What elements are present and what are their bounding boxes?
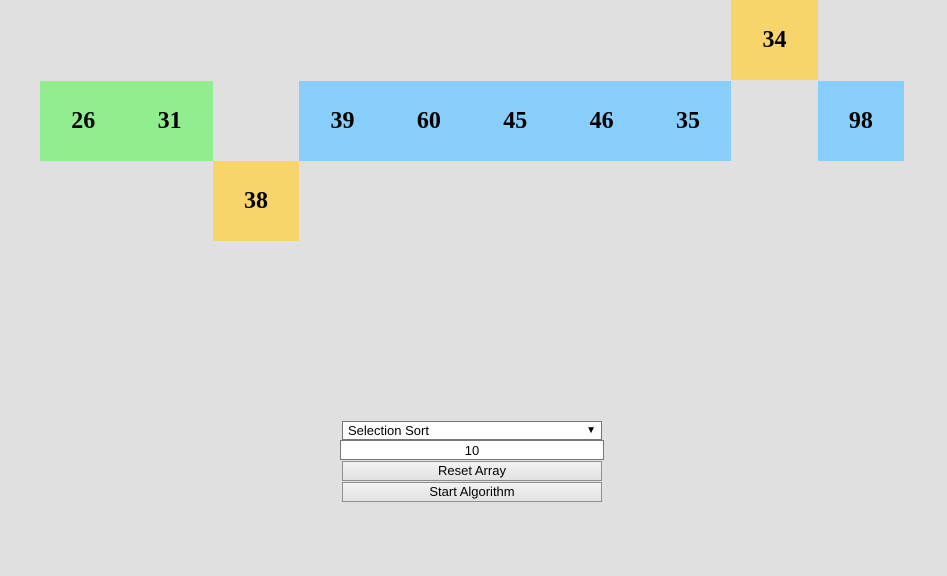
start-algorithm-button[interactable]: Start Algorithm (342, 482, 602, 502)
array-cell: 39 (299, 81, 386, 161)
reset-array-button[interactable]: Reset Array (342, 461, 602, 481)
array-cell: 38 (212, 161, 300, 241)
array-size-input[interactable] (340, 440, 604, 460)
array-cell: 35 (644, 81, 732, 161)
array-cell: 34 (731, 0, 818, 80)
array-cell: 31 (126, 81, 213, 161)
algorithm-select[interactable]: Selection Sort ▼ (342, 421, 602, 440)
array-cell: 26 (40, 81, 127, 161)
algorithm-select-value: Selection Sort (348, 423, 429, 438)
array-cell: 98 (817, 81, 905, 161)
dropdown-arrow-icon: ▼ (586, 425, 596, 436)
array-cell: 60 (385, 81, 473, 161)
array-cell: 46 (558, 81, 645, 161)
controls-panel: Selection Sort ▼ Reset Array Start Algor… (340, 421, 604, 502)
array-cell: 45 (472, 81, 559, 161)
array-visualization: 26 31 38 39 60 45 46 35 34 98 (0, 0, 947, 400)
